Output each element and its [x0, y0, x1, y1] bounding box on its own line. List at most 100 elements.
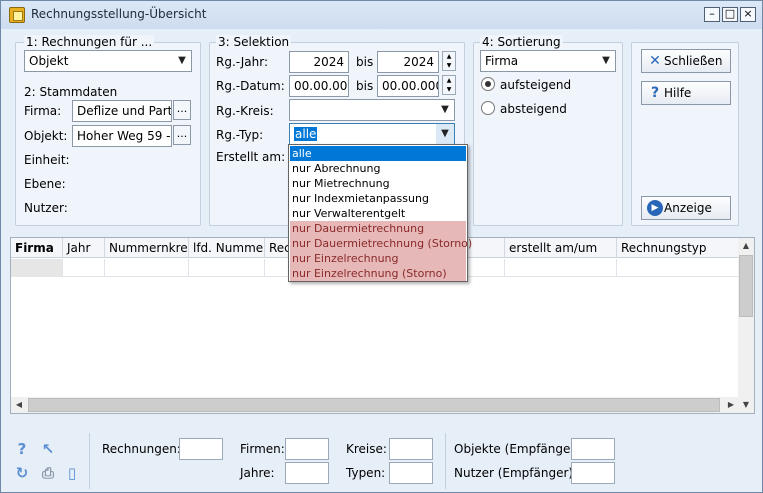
column-header-nummernkreis[interactable]: Nummernkreis: [105, 238, 189, 258]
column-header-jahr[interactable]: Jahr: [63, 238, 105, 258]
x-icon: ✕: [649, 53, 661, 69]
rechnungen-count-label: Rechnungen:: [102, 442, 181, 456]
dropdown-option[interactable]: alle: [290, 146, 466, 161]
actions-panel: ✕ Schließen ? Hilfe ▶ Anzeige: [631, 42, 739, 226]
chevron-down-icon: ▼: [602, 55, 610, 66]
refresh-icon[interactable]: ↻: [13, 464, 31, 482]
firma-browse-button[interactable]: ...: [173, 100, 191, 120]
ebene-label: Ebene:: [24, 177, 66, 191]
status-separator: [89, 433, 90, 489]
sortierung-panel: 4: Sortierung Firma ▼ aufsteigend abstei…: [473, 35, 623, 226]
typen-count-label: Typen:: [346, 466, 386, 480]
objekte-count-field: [571, 438, 615, 460]
firma-field[interactable]: Deflize und Partne: [72, 100, 172, 122]
objekt-field[interactable]: Hoher Weg 59 - 6: [72, 125, 172, 147]
objekte-count-label: Objekte (Empfänger):: [454, 442, 585, 456]
chevron-down-icon: ▼: [441, 104, 449, 115]
sortierung-select[interactable]: Firma ▼: [480, 50, 616, 72]
pointer-help-icon[interactable]: ↖: [39, 440, 57, 458]
stammdaten-heading: 2: Stammdaten: [24, 85, 118, 99]
stammdaten-panel: 1: Rechnungen für ... Objekt ▼ 2: Stammd…: [15, 35, 201, 226]
kreise-count-label: Kreise:: [346, 442, 387, 456]
dropdown-option[interactable]: nur Einzelrechnung: [290, 251, 466, 266]
dropdown-option[interactable]: nur Verwalterentgelt: [290, 206, 466, 221]
table-cell: [63, 259, 105, 277]
scroll-left-icon[interactable]: ◀: [11, 397, 27, 413]
help-icon: ?: [650, 85, 660, 101]
column-header-lfd-nummer[interactable]: lfd. Nummer: [189, 238, 265, 258]
dropdown-option[interactable]: nur Dauermietrechnung (Storno): [290, 236, 472, 251]
table-cell: [505, 259, 617, 277]
schliessen-button[interactable]: ✕ Schließen: [641, 49, 731, 73]
firmen-count-label: Firmen:: [240, 442, 285, 456]
erstellt-label: Erstellt am:: [216, 150, 286, 164]
dropdown-option[interactable]: nur Indexmietanpassung: [290, 191, 466, 206]
print-icon[interactable]: ⎙: [39, 464, 57, 482]
column-header-erstellt[interactable]: erstellt am/um: [505, 238, 617, 258]
selektion-heading: 3: Selektion: [216, 35, 292, 49]
help-icon[interactable]: ?: [13, 440, 31, 458]
app-icon: [9, 7, 25, 23]
typ-label: Rg.-Typ:: [216, 128, 264, 142]
aufsteigend-radio[interactable]: [481, 77, 495, 91]
title-bar: Rechnungsstellung-Übersicht – □ ×: [1, 1, 762, 29]
kreis-select[interactable]: ▼: [289, 99, 455, 121]
vertical-scroll-thumb[interactable]: [739, 255, 753, 317]
datum-to-field[interactable]: 00.00.0000: [377, 75, 439, 97]
datum-spinner[interactable]: ▲ ▼: [442, 75, 456, 95]
nutzer-count-field: [571, 462, 615, 484]
typ-dropdown-list: alle nur Abrechnung nur Mietrechnung nur In…: [288, 144, 472, 282]
rechnungen-fuer-select[interactable]: Objekt ▼: [24, 50, 192, 72]
rechnungen-count-field: [179, 438, 223, 460]
jahr-bis-label: bis: [356, 55, 374, 69]
scroll-right-icon[interactable]: ▶: [723, 397, 739, 413]
horizontal-scroll-thumb[interactable]: [28, 398, 720, 412]
jahr-from-field[interactable]: 2024: [289, 51, 349, 73]
chevron-down-icon: ▼: [178, 55, 186, 66]
status-separator: [445, 433, 446, 489]
rechnungen-fuer-value: Objekt: [29, 54, 69, 68]
typ-value: alle: [294, 127, 318, 141]
scroll-down-icon[interactable]: ▼: [738, 397, 754, 413]
jahr-to-field[interactable]: 2024: [377, 51, 439, 73]
dropdown-option[interactable]: nur Mietrechnung: [290, 176, 466, 191]
objekt-label: Objekt:: [24, 129, 68, 143]
nutzer-label: Nutzer:: [24, 201, 68, 215]
close-window-button[interactable]: ×: [740, 7, 756, 22]
horizontal-scrollbar[interactable]: ◀ ▶: [11, 397, 739, 413]
absteigend-label: absteigend: [500, 102, 567, 116]
absteigend-radio[interactable]: [481, 101, 495, 115]
export-icon[interactable]: ▯: [63, 464, 81, 482]
nutzer-count-label: Nutzer (Empfänger):: [454, 466, 578, 480]
kreise-count-field: [389, 438, 433, 460]
minimize-button[interactable]: –: [704, 7, 720, 22]
table-cell: [105, 259, 189, 277]
maximize-button[interactable]: □: [722, 7, 738, 22]
play-icon: ▶: [647, 200, 663, 216]
column-header-rechnungstyp[interactable]: Rechnungstyp: [617, 238, 739, 258]
firmen-count-field: [285, 438, 329, 460]
aufsteigend-label: aufsteigend: [500, 78, 572, 92]
window-title: Rechnungsstellung-Übersicht: [31, 7, 207, 21]
table-cell: [189, 259, 265, 277]
jahr-spinner[interactable]: ▲ ▼: [442, 51, 456, 71]
dropdown-option[interactable]: nur Einzelrechnung (Storno): [290, 266, 466, 281]
scroll-up-icon[interactable]: ▲: [738, 238, 754, 254]
hilfe-button[interactable]: ? Hilfe: [641, 81, 731, 105]
einheit-label: Einheit:: [24, 153, 70, 167]
column-header-firma[interactable]: Firma: [11, 238, 63, 258]
jahre-count-label: Jahre:: [240, 466, 275, 480]
datum-from-field[interactable]: 00.00.0000: [289, 75, 349, 97]
jahre-count-field: [285, 462, 329, 484]
table-cell: [11, 259, 63, 277]
objekt-browse-button[interactable]: ...: [173, 125, 191, 145]
datum-label: Rg.-Datum:: [216, 79, 285, 93]
main-window: Rechnungsstellung-Übersicht – □ × 1: Rec…: [0, 0, 763, 493]
chevron-down-icon: ▼: [436, 124, 454, 144]
datum-bis-label: bis: [356, 79, 374, 93]
anzeige-button[interactable]: ▶ Anzeige: [641, 196, 731, 220]
vertical-scrollbar[interactable]: ▲ ▼: [738, 238, 754, 413]
dropdown-option[interactable]: nur Abrechnung: [290, 161, 466, 176]
typ-select[interactable]: alle ▼: [289, 123, 455, 145]
dropdown-option[interactable]: nur Dauermietrechnung: [290, 221, 466, 236]
